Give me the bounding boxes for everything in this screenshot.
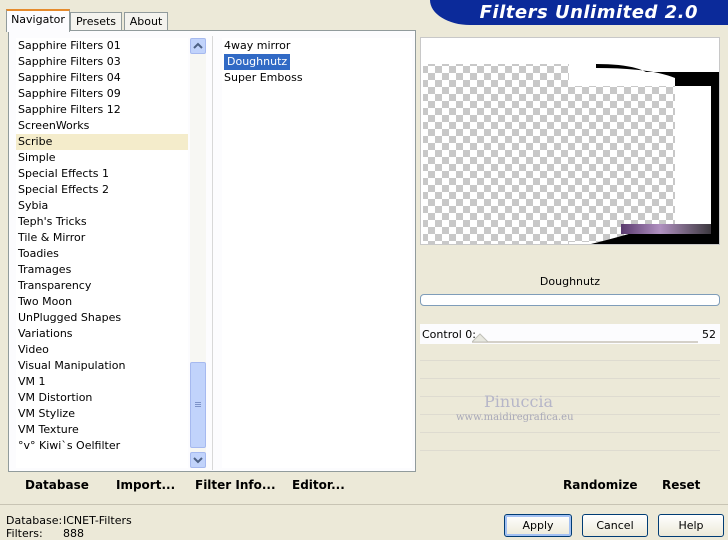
cancel-button[interactable]: Cancel [582, 514, 648, 537]
filter-item-label: Super Emboss [224, 71, 303, 84]
filter-item[interactable]: 4way mirror [222, 38, 412, 54]
slider-thumb-icon[interactable] [472, 332, 488, 342]
preview-panel [420, 37, 720, 245]
filter-list[interactable]: 4way mirror Doughnutz Super Emboss [222, 38, 412, 468]
control-0-row[interactable]: Control 0: 52 [420, 324, 720, 344]
tab-about-label: About [129, 15, 163, 28]
category-item[interactable]: Tramages [16, 262, 188, 278]
database-status-value: ICNET-Filters [63, 514, 132, 527]
category-item[interactable]: Scribe [16, 134, 188, 150]
control-0-label: Control 0: [422, 328, 476, 341]
category-item[interactable]: Special Effects 2 [16, 182, 188, 198]
progress-bar [420, 294, 720, 306]
database-status-label: Database: [6, 514, 63, 527]
filters-count-value: 888 [63, 527, 84, 540]
watermark-url: www.maidiregrafica.eu [456, 412, 574, 423]
category-item[interactable]: Toadies [16, 246, 188, 262]
randomize-button[interactable]: Randomize [563, 478, 637, 492]
help-button[interactable]: Help [658, 514, 724, 537]
scroll-thumb[interactable] [190, 362, 206, 448]
category-item[interactable]: Sybia [16, 198, 188, 214]
chevron-up-icon [193, 42, 203, 49]
category-item[interactable]: Teph's Tricks [16, 214, 188, 230]
import-button[interactable]: Import... [116, 478, 175, 492]
category-item[interactable]: UnPlugged Shapes [16, 310, 188, 326]
filter-item[interactable]: Doughnutz [222, 54, 412, 70]
watermark-name: Pinuccia [484, 392, 554, 411]
title-banner: Filters Unlimited 2.0 [430, 0, 728, 25]
category-item[interactable]: Sapphire Filters 03 [16, 54, 188, 70]
category-item[interactable]: VM 1 [16, 374, 188, 390]
category-item[interactable]: Tile & Mirror [16, 230, 188, 246]
tab-presets[interactable]: Presets [70, 12, 122, 30]
filter-name-label: Doughnutz [420, 270, 720, 294]
apply-button[interactable]: Apply [504, 514, 572, 537]
tab-about[interactable]: About [124, 12, 168, 30]
filter-item-label: 4way mirror [224, 39, 291, 52]
category-list[interactable]: Sapphire Filters 01 Sapphire Filters 03 Sa… [16, 38, 188, 468]
category-scrollbar[interactable] [190, 38, 206, 468]
reset-button[interactable]: Reset [662, 478, 700, 492]
category-item[interactable]: Variations [16, 326, 188, 342]
control-0-value: 52 [702, 328, 716, 341]
database-button[interactable]: Database [25, 478, 89, 492]
category-item[interactable]: Transparency [16, 278, 188, 294]
category-item[interactable]: Two Moon [16, 294, 188, 310]
category-item[interactable]: Video [16, 342, 188, 358]
tab-presets-label: Presets [75, 15, 117, 28]
chevron-down-icon [193, 457, 203, 464]
category-item[interactable]: VM Texture [16, 422, 188, 438]
editor-button[interactable]: Editor... [292, 478, 345, 492]
right-toolbar: Randomize Reset [420, 472, 720, 498]
category-item[interactable]: Sapphire Filters 12 [16, 102, 188, 118]
filters-count-label: Filters: [6, 527, 43, 540]
category-item[interactable]: VM Stylize [16, 406, 188, 422]
category-item[interactable]: Sapphire Filters 01 [16, 38, 188, 54]
category-item[interactable]: Simple [16, 150, 188, 166]
filter-item[interactable]: Super Emboss [222, 70, 412, 86]
category-item[interactable]: ScreenWorks [16, 118, 188, 134]
category-item[interactable]: Sapphire Filters 04 [16, 70, 188, 86]
filter-item-label: Doughnutz [224, 54, 291, 70]
scroll-up-button[interactable] [190, 38, 206, 54]
category-item[interactable]: Sapphire Filters 09 [16, 86, 188, 102]
tab-navigator[interactable]: Navigator [6, 9, 70, 32]
category-item[interactable]: VM Distortion [16, 390, 188, 406]
category-item[interactable]: °v° Kiwi`s Oelfilter [16, 438, 188, 454]
banner-title: Filters Unlimited 2.0 [479, 2, 698, 23]
scroll-down-button[interactable] [190, 452, 206, 468]
tab-navigator-label: Navigator [11, 13, 65, 26]
category-item[interactable]: Visual Manipulation [16, 358, 188, 374]
control-0-slider-track[interactable] [472, 341, 698, 343]
left-toolbar: Database Import... Filter Info... Editor… [8, 472, 416, 498]
filter-info-button[interactable]: Filter Info... [195, 478, 276, 492]
category-item[interactable]: Special Effects 1 [16, 166, 188, 182]
preview-image [421, 38, 719, 244]
